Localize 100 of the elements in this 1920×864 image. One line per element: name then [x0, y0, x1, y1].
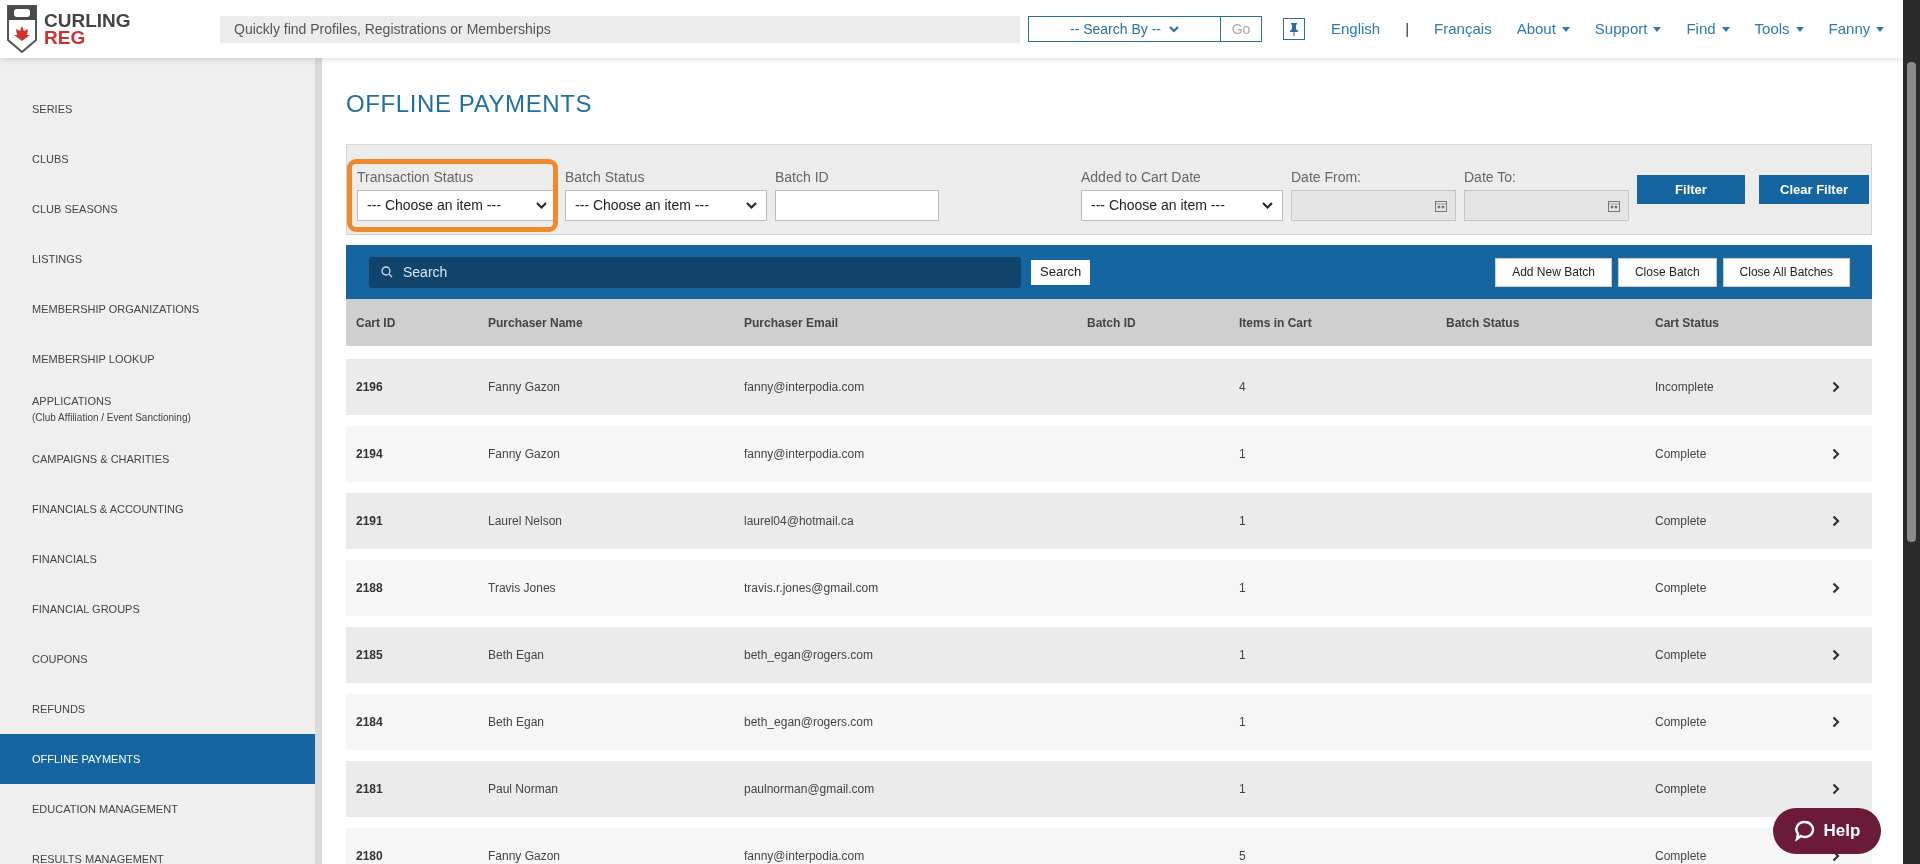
table-row[interactable]: 2188 Travis Jones travis.r.jones@gmail.com 1 Complete: [346, 560, 1872, 616]
table-search-field[interactable]: Search: [369, 256, 1021, 288]
sidebar-item[interactable]: APPLICATIONS (Club Affiliation / Event Sanctioning): [0, 384, 315, 434]
chevron-right-icon[interactable]: [1832, 649, 1840, 661]
dropdown[interactable]: --- Choose an item ---: [565, 190, 767, 221]
table-cell: 2188: [356, 581, 383, 595]
action-button[interactable]: Close Batch: [1617, 257, 1717, 287]
column-header: Batch ID: [1087, 315, 1136, 330]
field-label: Transaction Status: [357, 168, 475, 187]
sidebar-item[interactable]: MEMBERSHIP LOOKUP: [0, 334, 315, 384]
table-cell: 4: [1239, 380, 1246, 394]
language-link[interactable]: Français: [1434, 17, 1492, 41]
sidebar-item[interactable]: CLUBS: [0, 134, 315, 184]
action-button[interactable]: Close All Batches: [1722, 257, 1850, 287]
dropdown[interactable]: --- Choose an item ---: [1081, 190, 1283, 221]
table-cell: Beth Egan: [488, 648, 545, 662]
action-button[interactable]: Add New Batch: [1495, 257, 1612, 287]
sidebar-item[interactable]: REFUNDS: [0, 684, 315, 734]
table-cell: Fanny Gazon: [488, 447, 561, 461]
chevron-right-icon[interactable]: [1832, 448, 1840, 460]
chevron-right-icon[interactable]: [1832, 582, 1840, 594]
filter-button[interactable]: Filter: [1637, 175, 1745, 204]
table-row[interactable]: 2184 Beth Egan beth_egan@rogers.com 1 Complete: [346, 694, 1872, 750]
nav-menu[interactable]: Find: [1686, 17, 1730, 41]
table-cell: 1: [1239, 648, 1246, 662]
sidebar-item[interactable]: RESULTS MANAGEMENT: [0, 834, 315, 864]
chevron-right-icon[interactable]: [1832, 515, 1840, 527]
table-row[interactable]: 2196 Fanny Gazon fanny@interpodia.com 4 Incomplete: [346, 359, 1872, 415]
field-label: Batch ID: [775, 168, 830, 187]
caret-down-icon: [1721, 26, 1730, 32]
sidebar-item[interactable]: EDUCATION MANAGEMENT: [0, 784, 315, 834]
search-icon: [381, 266, 393, 278]
date-field[interactable]: [1464, 190, 1629, 221]
pin-icon: [1289, 22, 1299, 36]
sidebar-item[interactable]: MEMBERSHIP ORGANIZATIONS: [0, 284, 315, 334]
nav-menu[interactable]: Support: [1594, 17, 1662, 41]
table-row[interactable]: 2185 Beth Egan beth_egan@rogers.com 1 Complete: [346, 627, 1872, 683]
sidebar-item[interactable]: CLUB SEASONS: [0, 184, 315, 234]
table-cell: Complete: [1655, 715, 1707, 729]
nav-menu[interactable]: About: [1516, 17, 1570, 41]
pin-button[interactable]: [1283, 18, 1305, 40]
chevron-right-icon[interactable]: [1832, 381, 1840, 393]
column-header: Purchaser Name: [488, 315, 583, 330]
table-cell: beth_egan@rogers.com: [744, 715, 873, 729]
table-cell: Paul Norman: [488, 782, 559, 796]
table-cell: Complete: [1655, 581, 1707, 595]
table-cell: fanny@interpodia.com: [744, 849, 865, 863]
table-cell: 2196: [356, 380, 383, 394]
field-label: Added to Cart Date: [1081, 168, 1202, 187]
global-search-field[interactable]: Quickly find Profiles, Registrations or Memberships: [220, 15, 1020, 43]
table-cell: paulnorman@gmail.com: [744, 782, 875, 796]
nav-menu[interactable]: Fanny: [1828, 17, 1885, 41]
sidebar-item[interactable]: FINANCIALS: [0, 534, 315, 584]
table-cell: 1: [1239, 581, 1246, 595]
logo-icon: [6, 4, 38, 54]
table-row[interactable]: 2181 Paul Norman paulnorman@gmail.com 1 Complete: [346, 761, 1872, 817]
table-cell: travis.r.jones@gmail.com: [744, 581, 879, 595]
table-cell: 1: [1239, 447, 1246, 461]
clear-filter-button[interactable]: Clear Filter: [1759, 175, 1869, 204]
table-cell: Travis Jones: [488, 581, 556, 595]
calendar-icon: [1608, 199, 1620, 212]
table-cell: 2181: [356, 782, 383, 796]
nav-separator: |: [1405, 18, 1410, 39]
chevron-down-icon: [746, 202, 757, 209]
table-cell: laurel04@hotmail.ca: [744, 514, 854, 528]
table-row[interactable]: 2194 Fanny Gazon fanny@interpodia.com 1 Complete: [346, 426, 1872, 482]
search-by-dropdown[interactable]: -- Search By --: [1029, 17, 1221, 41]
date-field[interactable]: [1291, 190, 1456, 221]
table-cell: 1: [1239, 514, 1246, 528]
table-cell: Complete: [1655, 514, 1707, 528]
table-cell: 1: [1239, 715, 1246, 729]
language-link[interactable]: English: [1331, 17, 1381, 41]
calendar-icon: [1435, 199, 1447, 212]
sidebar-item[interactable]: FINANCIAL GROUPS: [0, 584, 315, 634]
chat-bubble-icon: [1793, 820, 1816, 842]
search-button[interactable]: Search: [1031, 259, 1091, 285]
sidebar-item[interactable]: FINANCIALS & ACCOUNTING: [0, 484, 315, 534]
table-cell: Complete: [1655, 447, 1707, 461]
table-cell: 5: [1239, 849, 1246, 863]
chevron-right-icon[interactable]: [1832, 716, 1840, 728]
chevron-right-icon[interactable]: [1832, 783, 1840, 795]
table-cell: fanny@interpodia.com: [744, 380, 865, 394]
sidebar-item[interactable]: OFFLINE PAYMENTS: [0, 734, 315, 784]
sidebar-item[interactable]: COUPONS: [0, 634, 315, 684]
caret-down-icon: [1795, 26, 1804, 32]
chevron-down-icon: [536, 202, 547, 209]
sidebar-item[interactable]: LISTINGS: [0, 234, 315, 284]
caret-down-icon: [1876, 26, 1885, 32]
table-cell: 2180: [356, 849, 383, 863]
column-header: Purchaser Email: [744, 315, 839, 330]
scrollbar[interactable]: [1903, 0, 1920, 864]
sidebar-item[interactable]: SERIES: [0, 84, 315, 134]
sidebar-item[interactable]: CAMPAIGNS & CHARITIES: [0, 434, 315, 484]
table-row[interactable]: 2191 Laurel Nelson laurel04@hotmail.ca 1 Complete: [346, 493, 1872, 549]
help-button[interactable]: Help: [1773, 808, 1881, 854]
table-cell: Complete: [1655, 782, 1707, 796]
input-field[interactable]: [775, 190, 939, 221]
field-label: Date To:: [1464, 168, 1517, 187]
nav-menu[interactable]: Tools: [1754, 17, 1804, 41]
caret-down-icon: [1561, 26, 1570, 32]
